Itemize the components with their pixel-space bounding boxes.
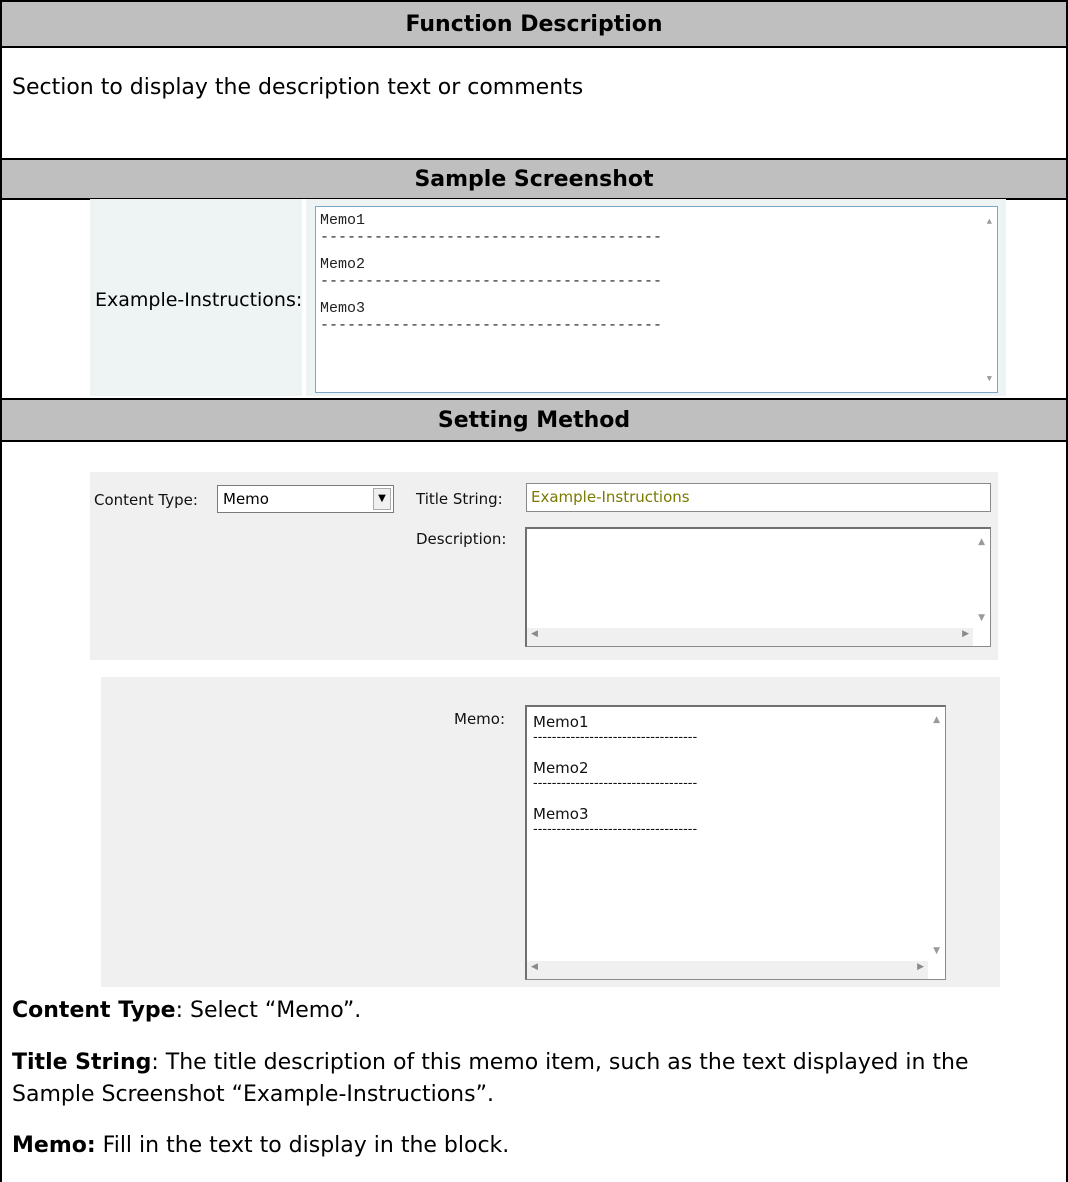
content-type-select[interactable]: Memo ▼ [217,485,394,513]
memo-term: Memo: [12,1133,96,1158]
memo-text: Memo1 ----------------------------------… [527,707,945,853]
scroll-right-icon[interactable]: ▶ [962,629,969,639]
memo-separator: ----------------------------------- [533,776,698,791]
description-label: Description: [416,530,507,548]
function-description-title: Function Description [405,12,663,37]
sample-memo-box[interactable]: Memo1 ----------------------------------… [315,206,998,393]
title-string-label: Title String: [416,490,503,508]
sample-memo-line: Memo3 [320,300,366,317]
description-vertical-scrollbar[interactable]: ▲ ▼ [972,529,990,629]
memo-label: Memo: [454,710,506,728]
scroll-left-icon[interactable]: ◀ [531,629,538,639]
function-description-header: Function Description [2,0,1066,48]
function-description-text: Section to display the description text … [12,75,584,100]
sample-memo-line: Memo1 [320,212,366,229]
setting-method-title: Setting Method [437,408,631,433]
sample-memo-separator: -------------------------------------- [320,229,663,246]
description-textarea[interactable]: ▲ ▼ ◀ ▶ [525,527,991,647]
setting-method-header: Setting Method [2,398,1066,442]
memo-vertical-scrollbar[interactable]: ▲ ▼ [927,707,945,962]
scroll-down-icon[interactable]: ▼ [978,613,985,623]
chevron-down-icon[interactable]: ▼ [373,488,391,510]
scroll-left-icon[interactable]: ◀ [531,962,538,972]
description-horizontal-scrollbar[interactable]: ◀ ▶ [527,628,973,646]
scroll-up-icon[interactable]: ▲ [933,715,940,725]
title-string-input[interactable]: Example-Instructions [526,483,991,512]
content-type-term: Content Type [12,998,176,1023]
scroll-down-icon[interactable]: ▼ [933,946,940,956]
content-type-value: Memo [223,490,269,508]
memo-horizontal-scrollbar[interactable]: ◀ ▶ [527,961,928,979]
description-text [527,529,990,537]
memo-explanation: Memo: Fill in the text to display in the… [12,1130,1052,1162]
scroll-up-icon[interactable]: ▲ [978,537,985,547]
sample-screenshot-title: Sample Screenshot [414,167,654,192]
document-page: Function Description Section to display … [0,0,1068,1182]
content-type-desc: : Select “Memo”. [175,998,362,1023]
title-string-explanation: Title String: The title description of t… [12,1047,1052,1111]
memo-separator: ----------------------------------- [533,822,698,837]
sample-title-label: Example-Instructions: [95,289,303,311]
title-string-desc: : The title description of this memo ite… [12,1050,969,1107]
memo-textarea[interactable]: Memo1 ----------------------------------… [525,705,946,980]
memo-separator: ----------------------------------- [533,730,698,745]
content-type-explanation: Content Type: Select “Memo”. [12,995,1052,1027]
sample-memo-separator: -------------------------------------- [320,273,663,290]
content-type-label: Content Type: [94,491,198,509]
sample-memo-separator: -------------------------------------- [320,317,663,334]
scroll-up-icon[interactable]: ▲ [987,217,992,227]
title-string-term: Title String [12,1050,152,1075]
sample-screenshot-header: Sample Screenshot [2,158,1066,200]
scroll-down-icon[interactable]: ▼ [987,374,992,384]
memo-desc: Fill in the text to display in the block… [95,1133,510,1158]
scroll-right-icon[interactable]: ▶ [917,962,924,972]
sample-vertical-scrollbar[interactable]: ▲ ▼ [979,207,997,392]
sample-memo-line: Memo2 [320,256,366,273]
